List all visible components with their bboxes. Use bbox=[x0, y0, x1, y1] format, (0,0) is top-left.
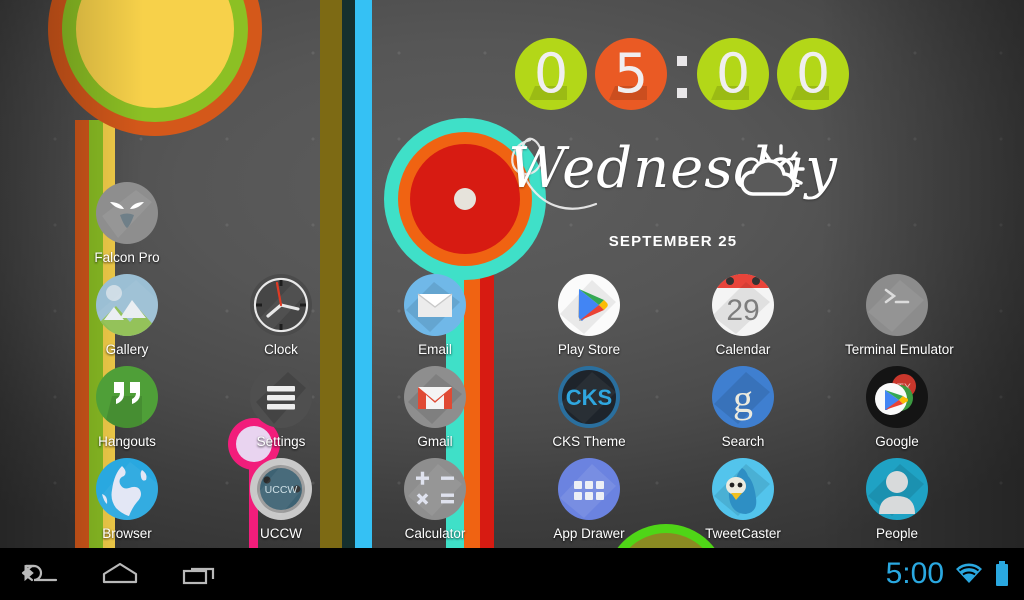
clock-digit-hour-ones: 5 bbox=[595, 38, 667, 110]
clock-digit-minute-tens: 0 bbox=[697, 38, 769, 110]
app-label: Gallery bbox=[105, 342, 149, 357]
app-icon-uccw[interactable]: UCCW UCCW bbox=[229, 458, 333, 541]
app-label: Terminal Emulator bbox=[845, 342, 954, 357]
app-drawer-icon bbox=[558, 458, 620, 520]
app-icon-app-drawer[interactable]: App Drawer bbox=[537, 458, 641, 541]
app-label: Google bbox=[875, 434, 919, 449]
uccw-clock-widget[interactable]: 0 5 0 0 bbox=[515, 38, 857, 110]
calculator-icon bbox=[404, 458, 466, 520]
app-icon-clock[interactable]: Clock bbox=[229, 274, 333, 357]
google-search-icon: g bbox=[712, 366, 774, 428]
hangouts-icon bbox=[96, 366, 158, 428]
uccw-icon: UCCW bbox=[250, 458, 312, 520]
app-label: Email bbox=[418, 342, 452, 357]
google-folder-icon: TX bbox=[866, 366, 928, 428]
gallery-icon bbox=[96, 274, 158, 336]
app-icon-tweetcaster[interactable]: TweetCaster bbox=[691, 458, 795, 541]
falcon-pro-icon bbox=[96, 182, 158, 244]
wallpaper[interactable]: 0 5 0 0 Wednesday SEPTEMBER 25 Falcon Pr… bbox=[0, 0, 1024, 548]
app-label: TweetCaster bbox=[705, 526, 781, 541]
partly-cloudy-icon bbox=[740, 144, 805, 196]
status-bar-clock[interactable]: 5:00 bbox=[886, 557, 944, 591]
app-label: People bbox=[875, 526, 919, 541]
app-icon-people[interactable]: People bbox=[845, 458, 949, 541]
email-icon bbox=[404, 274, 466, 336]
svg-text:g: g bbox=[733, 376, 753, 421]
app-label: UCCW bbox=[260, 526, 302, 541]
app-label: App Drawer bbox=[553, 526, 625, 541]
settings-icon bbox=[250, 366, 312, 428]
system-navigation-bar: 5:00 bbox=[0, 548, 1024, 600]
recent-apps-button[interactable] bbox=[160, 548, 240, 600]
nav-buttons bbox=[0, 548, 240, 600]
browser-icon bbox=[96, 458, 158, 520]
clock-colon bbox=[677, 38, 687, 110]
widget-date: SEPTEMBER 25 bbox=[608, 233, 738, 250]
app-icon-play-store[interactable]: Play Store bbox=[537, 274, 641, 357]
terminal-emulator-icon bbox=[866, 274, 928, 336]
app-icon-email[interactable]: Email bbox=[383, 274, 487, 357]
app-label: Hangouts bbox=[98, 434, 156, 449]
tweetcaster-icon bbox=[712, 458, 774, 520]
app-icon-gmail[interactable]: Gmail bbox=[383, 366, 487, 449]
app-label: Falcon Pro bbox=[94, 250, 160, 265]
app-label: Calculator bbox=[404, 526, 466, 541]
app-icon-calculator[interactable]: Calculator bbox=[383, 458, 487, 541]
app-icon-search[interactable]: g Search bbox=[691, 366, 795, 449]
clock-digit-minute-ones: 0 bbox=[777, 38, 849, 110]
status-bar-right: 5:00 bbox=[886, 548, 1010, 600]
app-icon-gallery[interactable]: Gallery bbox=[75, 274, 179, 357]
app-icon-settings[interactable]: Settings bbox=[229, 366, 333, 449]
app-icon-terminal-emulator[interactable]: Terminal Emulator bbox=[845, 274, 954, 357]
wifi-icon[interactable] bbox=[954, 561, 984, 587]
app-icon-calendar[interactable]: 29 Calendar bbox=[691, 274, 795, 357]
app-label: Settings bbox=[256, 434, 306, 449]
battery-full-icon[interactable] bbox=[994, 560, 1010, 588]
app-icon-falcon-pro[interactable]: Falcon Pro bbox=[75, 182, 179, 265]
app-label: Search bbox=[721, 434, 765, 449]
people-icon bbox=[866, 458, 928, 520]
svg-text:UCCW: UCCW bbox=[265, 484, 298, 496]
svg-text:CKS: CKS bbox=[566, 385, 612, 410]
app-icon-google-folder[interactable]: TX Google bbox=[845, 366, 949, 449]
app-icon-cks-theme[interactable]: CKS CKS Theme bbox=[537, 366, 641, 449]
calendar-icon: 29 bbox=[712, 274, 774, 336]
app-icon-hangouts[interactable]: Hangouts bbox=[75, 366, 179, 449]
cks-theme-icon: CKS bbox=[558, 366, 620, 428]
app-icon-browser[interactable]: Browser bbox=[75, 458, 179, 541]
app-label: Calendar bbox=[715, 342, 771, 357]
svg-text:29: 29 bbox=[726, 294, 759, 327]
android-homescreen: 0 5 0 0 Wednesday SEPTEMBER 25 Falcon Pr… bbox=[0, 0, 1024, 600]
play-store-icon bbox=[558, 274, 620, 336]
app-label: Play Store bbox=[557, 342, 621, 357]
gmail-icon bbox=[404, 366, 466, 428]
app-label: Clock bbox=[264, 342, 298, 357]
home-button[interactable] bbox=[80, 548, 160, 600]
app-label: Browser bbox=[102, 526, 152, 541]
clock-digit-hour-tens: 0 bbox=[515, 38, 587, 110]
back-button[interactable] bbox=[0, 548, 80, 600]
app-label: CKS Theme bbox=[552, 434, 626, 449]
app-label: Gmail bbox=[417, 434, 453, 449]
clock-icon bbox=[250, 274, 312, 336]
